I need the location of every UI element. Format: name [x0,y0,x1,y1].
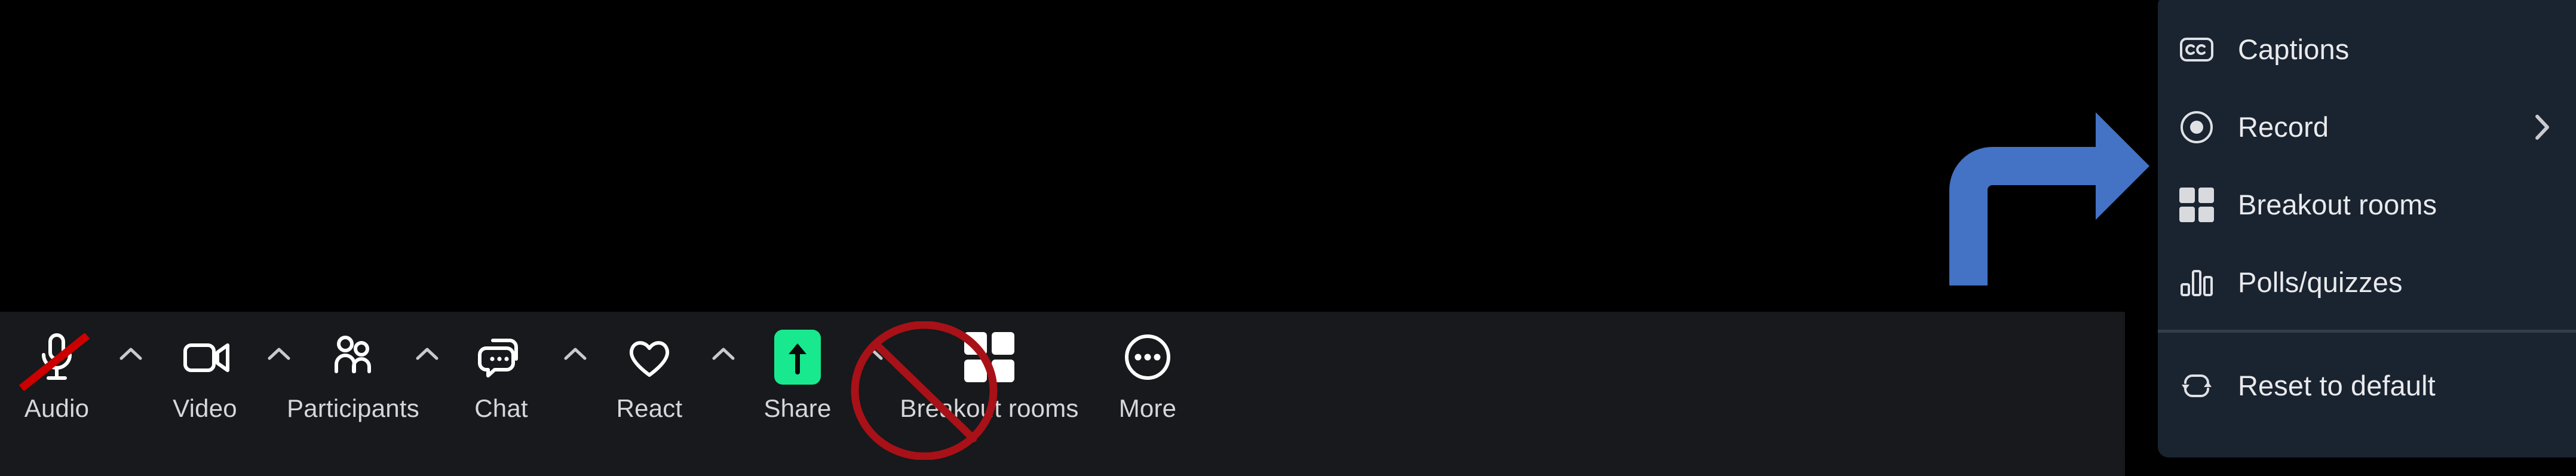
closed-captions-icon [2178,31,2215,68]
react-options-caret[interactable] [706,312,741,443]
share-green-tile [774,330,821,385]
people-icon [320,328,386,386]
chat-button[interactable]: Chat [444,312,558,443]
ellipsis-circle-icon [1115,328,1180,386]
bar-chart-icon [2178,264,2215,301]
toolbar-item-react: React [593,312,741,476]
chat-bubble-icon [468,328,534,386]
share-options-caret[interactable] [854,312,889,443]
menu-item-polls-quizzes-label: Polls/quizzes [2238,266,2403,298]
video-camera-icon [172,328,238,386]
chat-label: Chat [474,394,528,422]
menu-item-record-label: Record [2238,111,2329,143]
video-button[interactable]: Video [148,312,262,443]
more-options-menu: Captions Record Breakout rooms Polls/qui… [2158,0,2576,457]
chevron-up-icon [712,348,735,360]
more-button[interactable]: More [1091,312,1204,443]
chevron-up-icon [119,348,142,360]
grid-squares-icon [2178,186,2215,223]
share-button[interactable]: Share [741,312,854,443]
video-label: Video [173,394,237,422]
toolbar-item-participants: Participants [287,312,444,476]
participants-button[interactable]: Participants [287,312,419,443]
share-up-arrow-icon [765,328,830,386]
react-label: React [616,394,683,422]
menu-item-reset-to-default[interactable]: Reset to default [2158,347,2576,425]
refresh-loop-icon [2178,367,2215,404]
grid-squares-glyph [2179,188,2214,222]
chevron-right-icon [2535,115,2549,140]
menu-item-reset-to-default-label: Reset to default [2238,370,2436,401]
menu-item-record[interactable]: Record [2158,88,2576,166]
menu-item-captions-label: Captions [2238,33,2350,65]
video-options-caret[interactable] [262,312,296,443]
meeting-controls-toolbar: Audio Video Participants Chat React Shar… [0,312,2125,476]
share-label: Share [763,394,832,422]
toolbar-item-share: Share [741,312,889,476]
chevron-up-icon [416,348,438,360]
menu-item-breakout-rooms[interactable]: Breakout rooms [2158,166,2576,244]
toolbar-item-breakout-rooms: Breakout rooms [900,312,1079,476]
heart-icon [617,328,682,386]
breakout-rooms-button[interactable]: Breakout rooms [900,312,1079,443]
chevron-up-icon [860,348,883,360]
toolbar-item-chat: Chat [444,312,593,476]
breakout-rooms-label: Breakout rooms [900,394,1079,422]
menu-item-captions[interactable]: Captions [2158,11,2576,88]
menu-item-polls-quizzes[interactable]: Polls/quizzes [2158,244,2576,321]
grid-squares-glyph [964,332,1014,382]
toolbar-item-more: More [1091,312,1204,476]
chat-options-caret[interactable] [558,312,593,443]
menu-divider [2158,330,2576,333]
audio-label: Audio [24,394,90,422]
microphone-icon [19,328,90,391]
participants-options-caret[interactable] [410,312,444,443]
audio-options-caret[interactable] [114,312,148,443]
react-button[interactable]: React [593,312,706,443]
more-label: More [1118,394,1177,422]
participants-label: Participants [287,394,419,422]
chevron-up-icon [564,348,587,360]
grid-squares-icon [956,328,1022,386]
menu-item-breakout-rooms-label: Breakout rooms [2238,189,2437,220]
chevron-up-icon [268,348,290,360]
record-dot-icon [2178,109,2215,146]
toolbar-item-video: Video [148,312,296,476]
audio-button[interactable]: Audio [0,312,114,443]
toolbar-item-audio: Audio [0,312,148,476]
